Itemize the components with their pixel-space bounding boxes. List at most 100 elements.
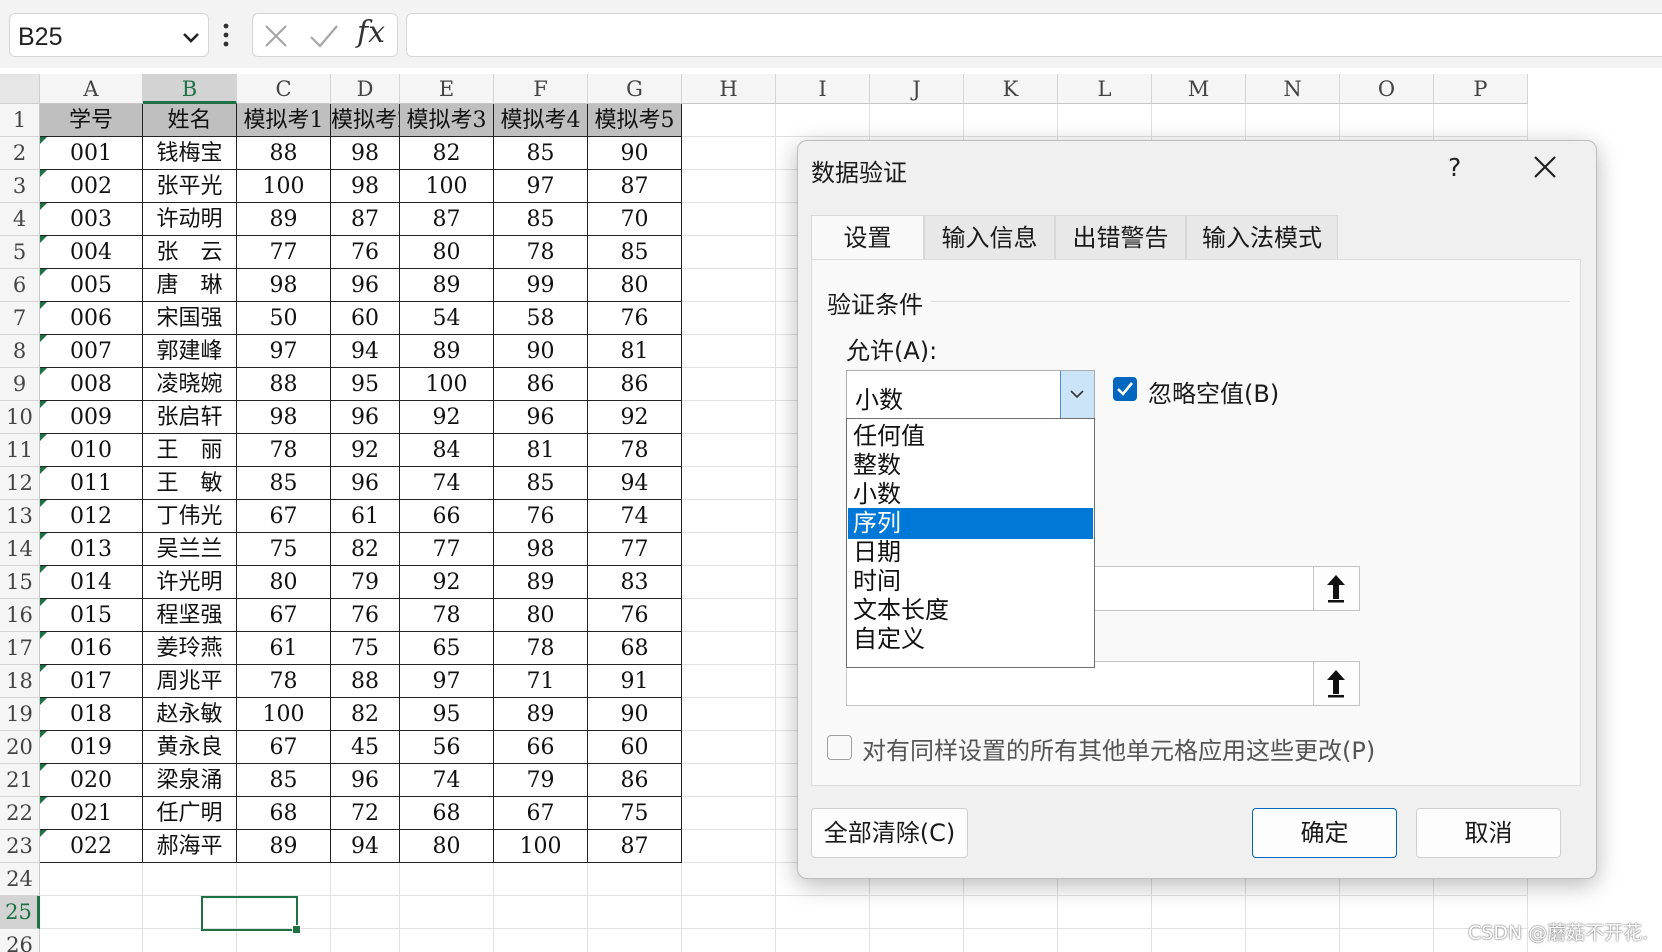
cell-g3[interactable]: 87: [588, 170, 682, 203]
cell-f13[interactable]: 76: [494, 500, 588, 533]
cell-h5[interactable]: [682, 236, 776, 269]
cell-c2[interactable]: 88: [237, 137, 331, 170]
cell-m25[interactable]: [1152, 896, 1246, 929]
cell-f12[interactable]: 85: [494, 467, 588, 500]
cell-d18[interactable]: 88: [331, 665, 400, 698]
cell-d6[interactable]: 96: [331, 269, 400, 302]
cell-i26[interactable]: [776, 929, 870, 952]
more-options-icon[interactable]: [222, 20, 230, 50]
cell-a23[interactable]: 022: [40, 830, 143, 863]
cell-d9[interactable]: 95: [331, 368, 400, 401]
cell-f6[interactable]: 99: [494, 269, 588, 302]
cell-f21[interactable]: 79: [494, 764, 588, 797]
cell-c26[interactable]: [237, 929, 331, 952]
cell-g21[interactable]: 86: [588, 764, 682, 797]
cell-g6[interactable]: 80: [588, 269, 682, 302]
cell-c19[interactable]: 100: [237, 698, 331, 731]
cell-e6[interactable]: 89: [400, 269, 494, 302]
cell-g12[interactable]: 94: [588, 467, 682, 500]
cell-e24[interactable]: [400, 863, 494, 896]
cell-e19[interactable]: 95: [400, 698, 494, 731]
row-header-10[interactable]: 10: [0, 401, 40, 434]
cell-d4[interactable]: 87: [331, 203, 400, 236]
cell-e5[interactable]: 80: [400, 236, 494, 269]
help-button[interactable]: ?: [1448, 153, 1461, 182]
cell-g23[interactable]: 87: [588, 830, 682, 863]
cell-a15[interactable]: 014: [40, 566, 143, 599]
cell-f5[interactable]: 78: [494, 236, 588, 269]
select-all-corner[interactable]: [0, 74, 40, 104]
cell-b11[interactable]: 王 丽: [143, 434, 237, 467]
cell-b22[interactable]: 任广明: [143, 797, 237, 830]
option-date[interactable]: 日期: [848, 537, 1093, 568]
row-header-13[interactable]: 13: [0, 500, 40, 533]
cell-h25[interactable]: [682, 896, 776, 929]
cell-d19[interactable]: 82: [331, 698, 400, 731]
column-header-d[interactable]: D: [331, 74, 400, 104]
cell-a8[interactable]: 007: [40, 335, 143, 368]
cell-g17[interactable]: 68: [588, 632, 682, 665]
cell-d15[interactable]: 79: [331, 566, 400, 599]
row-header-19[interactable]: 19: [0, 698, 40, 731]
cell-c7[interactable]: 50: [237, 302, 331, 335]
cell-g1[interactable]: 模拟考5: [588, 104, 682, 137]
cell-c9[interactable]: 88: [237, 368, 331, 401]
cell-a1[interactable]: 学号: [40, 104, 143, 137]
cell-a4[interactable]: 003: [40, 203, 143, 236]
cell-a17[interactable]: 016: [40, 632, 143, 665]
cell-e25[interactable]: [400, 896, 494, 929]
close-icon[interactable]: [1533, 155, 1557, 179]
cell-f17[interactable]: 78: [494, 632, 588, 665]
tab-input-message[interactable]: 输入信息: [924, 215, 1055, 259]
cell-h20[interactable]: [682, 731, 776, 764]
cell-d16[interactable]: 76: [331, 599, 400, 632]
cell-h22[interactable]: [682, 797, 776, 830]
cell-a5[interactable]: 004: [40, 236, 143, 269]
cell-m26[interactable]: [1152, 929, 1246, 952]
cell-a20[interactable]: 019: [40, 731, 143, 764]
cell-a11[interactable]: 010: [40, 434, 143, 467]
formula-input[interactable]: [406, 13, 1662, 57]
cell-g11[interactable]: 78: [588, 434, 682, 467]
cell-e2[interactable]: 82: [400, 137, 494, 170]
cell-b10[interactable]: 张启轩: [143, 401, 237, 434]
cell-i1[interactable]: [776, 104, 870, 137]
chevron-down-icon[interactable]: [180, 26, 202, 48]
cell-l1[interactable]: [1058, 104, 1152, 137]
cell-d25[interactable]: [331, 896, 400, 929]
column-header-j[interactable]: J: [870, 74, 964, 104]
row-header-1[interactable]: 1: [0, 104, 40, 137]
cell-n1[interactable]: [1246, 104, 1340, 137]
cell-d7[interactable]: 60: [331, 302, 400, 335]
cell-b12[interactable]: 王 敏: [143, 467, 237, 500]
cell-e22[interactable]: 68: [400, 797, 494, 830]
cell-f25[interactable]: [494, 896, 588, 929]
cell-d23[interactable]: 94: [331, 830, 400, 863]
allow-dropdown[interactable]: 小数: [846, 370, 1095, 419]
cell-h12[interactable]: [682, 467, 776, 500]
cell-a2[interactable]: 001: [40, 137, 143, 170]
cell-h6[interactable]: [682, 269, 776, 302]
cell-c15[interactable]: 80: [237, 566, 331, 599]
row-header-12[interactable]: 12: [0, 467, 40, 500]
cell-f10[interactable]: 96: [494, 401, 588, 434]
row-header-14[interactable]: 14: [0, 533, 40, 566]
cell-b16[interactable]: 程坚强: [143, 599, 237, 632]
cell-b4[interactable]: 许动明: [143, 203, 237, 236]
column-header-c[interactable]: C: [237, 74, 331, 104]
cell-h21[interactable]: [682, 764, 776, 797]
cell-e21[interactable]: 74: [400, 764, 494, 797]
cell-j26[interactable]: [870, 929, 964, 952]
cell-d21[interactable]: 96: [331, 764, 400, 797]
column-header-f[interactable]: F: [494, 74, 588, 104]
cell-j1[interactable]: [870, 104, 964, 137]
row-header-4[interactable]: 4: [0, 203, 40, 236]
cell-e1[interactable]: 模拟考3: [400, 104, 494, 137]
row-header-5[interactable]: 5: [0, 236, 40, 269]
cell-e16[interactable]: 78: [400, 599, 494, 632]
cell-f4[interactable]: 85: [494, 203, 588, 236]
cell-b23[interactable]: 郝海平: [143, 830, 237, 863]
cell-f2[interactable]: 85: [494, 137, 588, 170]
cell-h23[interactable]: [682, 830, 776, 863]
row-header-7[interactable]: 7: [0, 302, 40, 335]
